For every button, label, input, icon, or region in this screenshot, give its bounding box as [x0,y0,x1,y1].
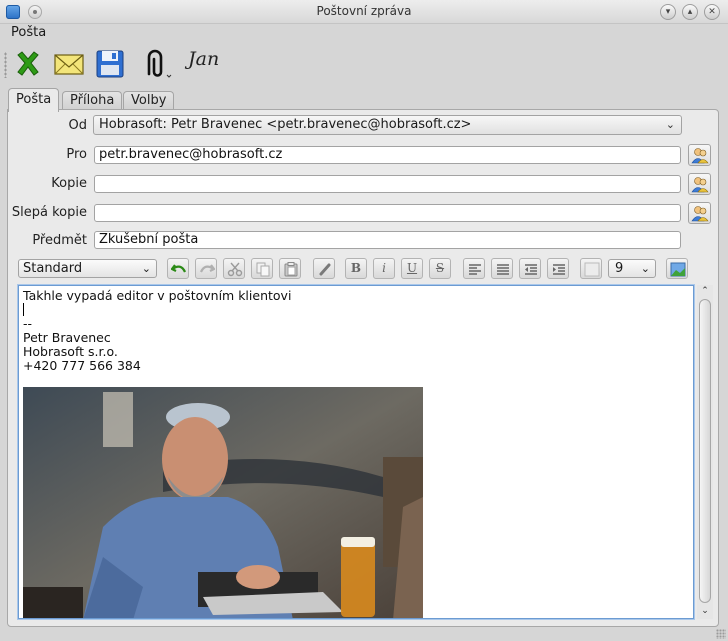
font-size-value: 9 [615,261,624,276]
cc-label: Kopie [51,176,87,191]
x-icon [17,51,39,76]
cc-addressbook-button[interactable] [688,173,711,195]
underline-button[interactable]: U [401,258,423,279]
from-select[interactable]: Hobrasoft: Petr Bravenec <petr.bravenec@… [93,115,682,135]
color-swatch-icon [584,262,600,277]
align-left-icon [469,264,481,275]
copy-button[interactable] [251,258,273,279]
link-icon [319,263,331,276]
message-editor[interactable]: Takhle vypadá editor v poštovním kliento… [18,285,694,619]
chevron-down-icon: ⌄ [141,262,151,275]
undo-icon [171,264,187,273]
addressbook-icon [691,177,709,193]
envelope-icon [54,54,84,75]
signature-icon[interactable]: Jan [188,48,219,70]
text-color-button[interactable] [580,258,602,279]
align-left-button[interactable] [463,258,485,279]
title-bar: Poštovní zpráva ▾ ▴ ✕ [0,0,728,24]
outdent-icon [525,264,537,275]
body-line: Hobrasoft s.r.o. [23,344,118,359]
bold-button[interactable]: B [345,258,367,279]
maximize-button[interactable]: ▴ [682,4,698,20]
from-value: Hobrasoft: Petr Bravenec <petr.bravenec@… [99,117,472,132]
body-line: Petr Bravenec [23,330,111,345]
indent-icon [553,264,565,275]
floppy-icon [96,50,124,78]
text-cursor [23,303,24,316]
bcc-field[interactable] [94,204,681,222]
cut-button[interactable] [223,258,245,279]
indent-button[interactable] [547,258,569,279]
main-toolbar: Jan [0,44,728,84]
image-icon [670,262,686,277]
italic-button[interactable]: i [373,258,395,279]
paperclip-icon [147,49,172,78]
to-field[interactable]: petr.bravenec@hobrasoft.cz [94,146,681,164]
copy-icon [256,262,270,277]
body-line: -- [23,316,33,331]
discard-button[interactable] [12,48,44,80]
cc-field[interactable] [94,175,681,193]
align-justify-button[interactable] [491,258,513,279]
scissors-icon [227,262,243,277]
chevron-down-icon: ⌄ [640,262,650,275]
outdent-button[interactable] [519,258,541,279]
addressbook-icon [691,148,709,164]
redo-button[interactable] [195,258,217,279]
addressbook-icon [691,206,709,222]
window-title: Poštovní zpráva [316,4,412,18]
tab-priloha[interactable]: Příloha [62,91,123,111]
toolbar-grip[interactable] [4,52,7,78]
attach-button[interactable] [140,48,172,80]
menu-bar: Pošta [0,24,728,44]
body-line: Takhle vypadá editor v poštovním kliento… [23,288,292,303]
undo-button[interactable] [167,258,189,279]
strikethrough-button[interactable]: S [429,258,451,279]
body-line: +420 777 566 384 [23,358,141,373]
close-button[interactable]: ✕ [704,4,720,20]
paste-icon [284,262,298,277]
insert-link-button[interactable] [313,258,335,279]
signature-photo [23,387,423,618]
to-addressbook-button[interactable] [688,144,711,166]
minimize-button[interactable]: ▾ [660,4,676,20]
align-justify-icon [497,264,509,275]
to-label: Pro [66,147,87,162]
bcc-addressbook-button[interactable] [688,202,711,224]
bcc-label: Slepá kopie [11,205,87,220]
subject-label: Předmět [32,233,87,248]
resize-grip[interactable] [716,629,726,639]
send-button[interactable] [53,48,85,80]
scroll-down-icon[interactable]: ⌄ [699,606,711,618]
subject-field[interactable]: Zkušební pošta [94,231,681,249]
save-button[interactable] [94,48,126,80]
tab-posta[interactable]: Pošta [8,88,60,112]
redo-icon [199,264,215,273]
message-body: Takhle vypadá editor v poštovním kliento… [23,289,291,373]
tab-volby[interactable]: Volby [123,91,175,111]
from-label: Od [68,118,87,133]
font-size-select[interactable]: 9 ⌄ [608,259,656,278]
insert-image-button[interactable] [666,258,688,279]
paragraph-style-value: Standard [23,261,83,276]
chevron-down-icon: ⌄ [665,118,675,131]
scroll-up-icon[interactable]: ⌃ [699,286,711,298]
scrollbar-thumb[interactable] [699,299,711,603]
editor-scrollbar[interactable]: ⌃ ⌄ [697,285,713,619]
paste-button[interactable] [279,258,301,279]
paragraph-style-select[interactable]: Standard ⌄ [18,259,157,278]
menu-posta[interactable]: Pošta [11,25,46,40]
